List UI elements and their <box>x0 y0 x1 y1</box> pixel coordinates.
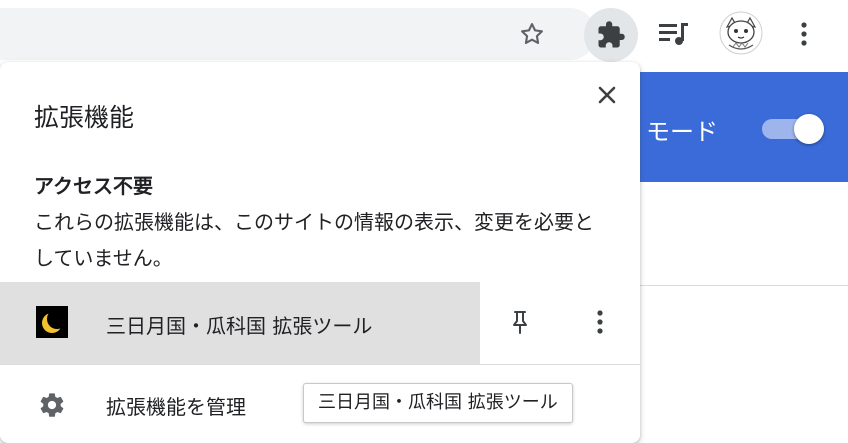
vertical-dots-icon <box>597 310 603 334</box>
mode-label: モード <box>646 118 718 146</box>
star-outline-icon <box>521 23 543 45</box>
media-controls-button[interactable] <box>652 14 696 54</box>
section-heading: アクセス不要 <box>34 174 153 198</box>
avatar-icon <box>719 11 763 55</box>
close-button[interactable] <box>588 76 626 114</box>
bookmark-button[interactable] <box>512 14 552 54</box>
queue-music-icon <box>659 23 688 45</box>
close-icon <box>598 86 616 104</box>
popup-title: 拡張機能 <box>34 103 135 132</box>
browser-menu-button[interactable] <box>786 14 822 54</box>
puzzle-piece-icon <box>598 21 625 48</box>
mode-toggle[interactable] <box>762 114 824 144</box>
extension-name-tooltip: 三日月国・瓜科国 拡張ツール <box>303 383 573 423</box>
vertical-dots-icon <box>801 22 807 46</box>
crescent-moon-icon <box>36 306 68 338</box>
toggle-knob <box>794 114 824 144</box>
profile-avatar[interactable] <box>718 10 764 56</box>
extension-row[interactable]: 三日月国・瓜科国 拡張ツール <box>0 282 640 364</box>
manage-extensions-label[interactable]: 拡張機能を管理 <box>106 391 246 420</box>
extensions-button[interactable] <box>584 8 638 62</box>
address-bar[interactable] <box>0 8 596 60</box>
extension-name[interactable]: 三日月国・瓜科国 拡張ツール <box>106 310 372 339</box>
extension-menu-button[interactable] <box>580 302 620 342</box>
pin-icon <box>513 311 527 334</box>
gear-icon <box>36 389 68 421</box>
pin-button[interactable] <box>500 302 540 342</box>
section-description: これらの拡張機能は、このサイトの情報の表示、変更を必要としていません。 <box>34 210 594 270</box>
